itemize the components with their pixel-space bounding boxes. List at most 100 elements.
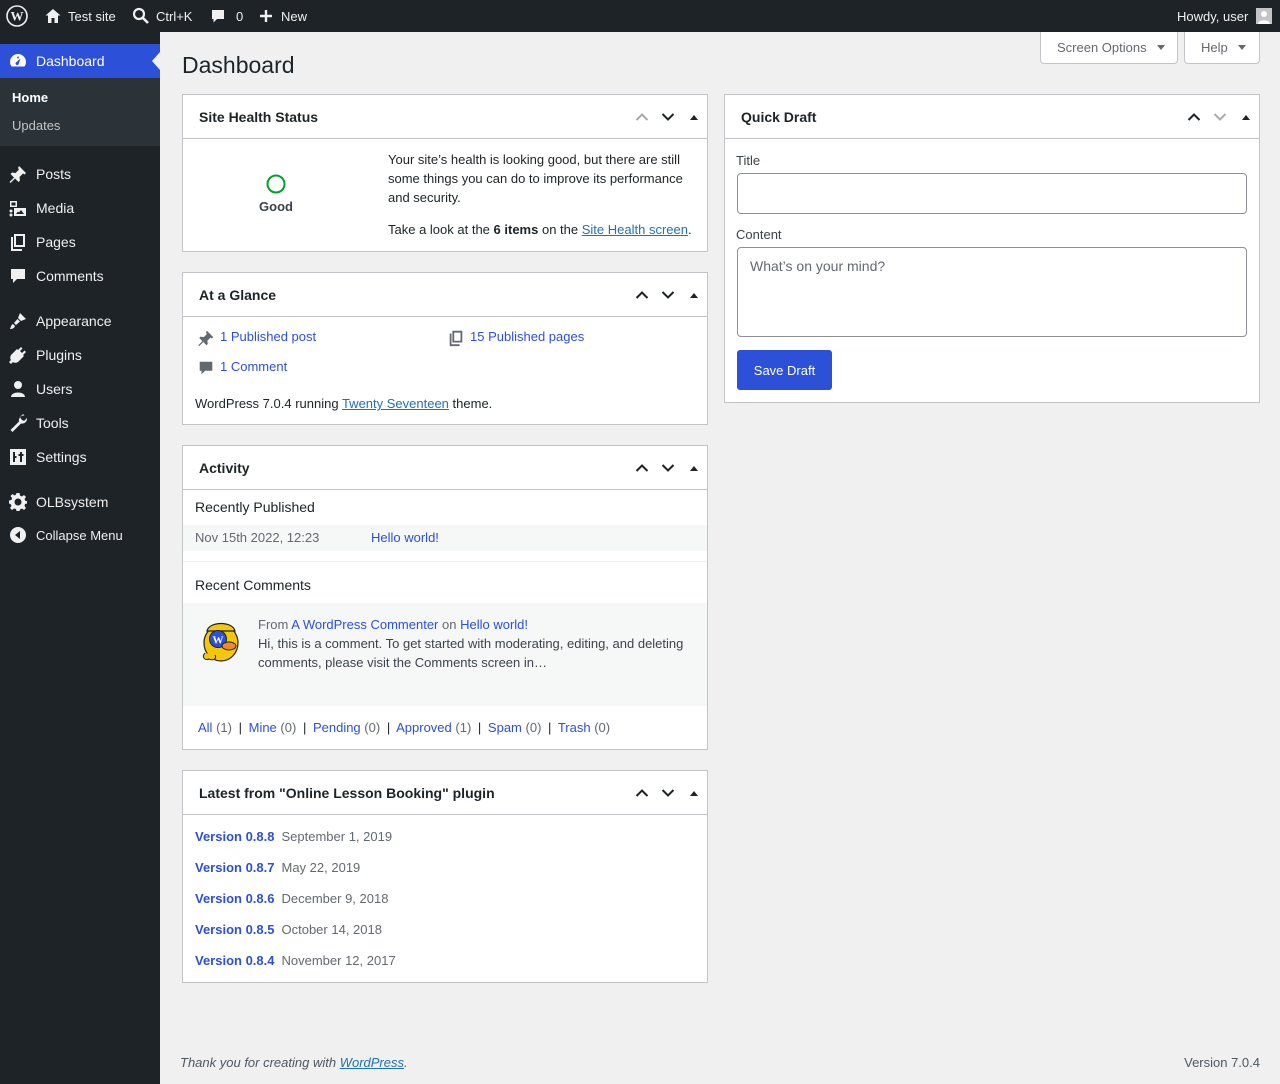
comment-author-link[interactable]: A WordPress Commenter: [291, 617, 438, 632]
version-link[interactable]: Version 0.8.6: [195, 891, 275, 906]
toggle-panel-button[interactable]: [681, 775, 707, 811]
sidebar-item-label: Settings: [36, 449, 87, 465]
widget-header: Activity: [183, 446, 707, 490]
help-button[interactable]: Help: [1184, 32, 1260, 64]
sidebar-item-media[interactable]: Media: [0, 191, 160, 225]
save-draft-button[interactable]: Save Draft: [737, 350, 832, 390]
filter-approved-link[interactable]: Approved: [396, 720, 452, 735]
filter-count: (0): [594, 720, 611, 735]
toggle-panel-button[interactable]: [1233, 99, 1259, 135]
move-down-button[interactable]: [655, 277, 681, 313]
sidebar-item-appearance[interactable]: Appearance: [0, 304, 160, 338]
dropdown-arrow-icon: [1156, 45, 1165, 50]
move-up-button[interactable]: [629, 277, 655, 313]
collapse-menu-button[interactable]: Collapse Menu: [0, 518, 160, 552]
content-label: Content: [736, 227, 782, 242]
comment-post-link[interactable]: Hello world!: [460, 617, 528, 632]
widget-header: At a Glance: [183, 273, 707, 317]
filter-count: (0): [525, 720, 542, 735]
version-date: November 12, 2017: [281, 953, 396, 968]
move-up-button[interactable]: [629, 775, 655, 811]
sidebar-item-label: Media: [36, 200, 75, 216]
sidebar-item-olbsystem[interactable]: OLBsystem: [0, 485, 160, 519]
filter-trash-link[interactable]: Trash: [558, 720, 591, 735]
new-content-menu[interactable]: New: [259, 0, 307, 32]
comments-count-link[interactable]: 1 Comment: [220, 359, 287, 374]
filter-mine-link[interactable]: Mine: [249, 720, 277, 735]
filter-separator: |: [238, 720, 242, 735]
published-pages-link[interactable]: 15 Published pages: [470, 329, 584, 344]
widget-title: Activity: [199, 459, 250, 476]
move-up-button[interactable]: [1181, 99, 1207, 135]
move-up-button[interactable]: [629, 99, 655, 135]
health-items-line: Take a look at the 6 items on the Site H…: [388, 220, 703, 239]
sidebar-item-dashboard[interactable]: Dashboard: [0, 44, 160, 78]
published-posts-link[interactable]: 1 Published post: [220, 329, 316, 344]
widget-header: Site Health Status: [183, 95, 707, 139]
sidebar-item-comments[interactable]: Comments: [0, 259, 160, 293]
filter-pending-link[interactable]: Pending: [313, 720, 361, 735]
comment-from-label: From: [258, 617, 289, 632]
move-down-button[interactable]: [655, 775, 681, 811]
draft-content-textarea[interactable]: What’s on your mind?: [737, 247, 1247, 337]
version-link[interactable]: Version 0.8.5: [195, 922, 275, 937]
screen-options-label: Screen Options: [1057, 40, 1147, 55]
sidebar-item-posts[interactable]: Posts: [0, 157, 160, 191]
move-down-button[interactable]: [1207, 99, 1233, 135]
move-up-button[interactable]: [629, 450, 655, 486]
gear-icon: [0, 492, 36, 512]
post-title-link[interactable]: Hello world!: [371, 530, 439, 545]
toggle-panel-button[interactable]: [681, 277, 707, 313]
sidebar-item-plugins[interactable]: Plugins: [0, 338, 160, 372]
search-icon: [132, 7, 150, 25]
filter-separator: |: [302, 720, 307, 735]
screen-options-button[interactable]: Screen Options: [1040, 32, 1178, 64]
wordpress-link[interactable]: WordPress: [340, 1055, 404, 1070]
version-link[interactable]: Version 0.8.8: [195, 829, 275, 844]
comment-meta: From A WordPress Commenter on Hello worl…: [258, 615, 528, 634]
sidebar-item-tools[interactable]: Tools: [0, 406, 160, 440]
toggle-panel-button[interactable]: [681, 99, 707, 135]
submenu-item-updates[interactable]: Updates: [12, 118, 60, 133]
dropdown-arrow-icon: [1237, 45, 1246, 50]
dashboard-submenu: Home Updates: [0, 78, 160, 146]
sidebar-item-label: Tools: [36, 415, 69, 431]
version-link[interactable]: Version 0.8.7: [195, 860, 275, 875]
quick-draft-widget: Quick Draft Title Content What’s on your…: [724, 94, 1260, 403]
sidebar-item-label: Appearance: [36, 313, 112, 329]
list-item: Version 0.8.6 December 9, 2018: [195, 889, 388, 908]
toggle-panel-button[interactable]: [681, 450, 707, 486]
running-prefix: WordPress 7.0.4 running: [195, 396, 339, 411]
filter-spam-link[interactable]: Spam: [488, 720, 522, 735]
page-title: Dashboard: [182, 52, 295, 78]
sidebar-item-users[interactable]: Users: [0, 372, 160, 406]
sidebar-item-settings[interactable]: Settings: [0, 440, 160, 474]
site-name-link[interactable]: Test site: [44, 0, 116, 32]
footer-version: Version 7.0.4: [1184, 1055, 1260, 1070]
sidebar-item-label: Plugins: [36, 347, 82, 363]
thanks-suffix: .: [404, 1055, 408, 1070]
sidebar-item-label: Comments: [36, 268, 104, 284]
comments-link[interactable]: 0: [210, 0, 243, 32]
user-account-menu[interactable]: Howdy, user: [1177, 0, 1273, 32]
list-item: Version 0.8.7 May 22, 2019: [195, 858, 360, 877]
list-item: Version 0.8.5 October 14, 2018: [195, 920, 382, 939]
filter-all-link[interactable]: All: [198, 720, 212, 735]
comment-bubble-icon: [197, 359, 215, 377]
move-down-button[interactable]: [655, 99, 681, 135]
move-down-button[interactable]: [655, 450, 681, 486]
avatar: [1256, 8, 1273, 24]
wordpress-logo-icon[interactable]: W: [6, 0, 28, 32]
version-link[interactable]: Version 0.8.4: [195, 953, 275, 968]
draft-title-input[interactable]: [737, 173, 1247, 214]
health-status-circle-icon: [265, 173, 287, 195]
sidebar-item-label: Pages: [36, 234, 76, 250]
sidebar-item-pages[interactable]: Pages: [0, 225, 160, 259]
command-palette-button[interactable]: Ctrl+K: [132, 0, 192, 32]
submenu-item-home[interactable]: Home: [12, 90, 48, 105]
theme-link[interactable]: Twenty Seventeen: [342, 396, 449, 411]
post-date: Nov 15th 2022, 12:23: [195, 530, 320, 545]
version-date: December 9, 2018: [281, 891, 389, 906]
admin-bar: W Test site Ctrl+K 0 New Howdy, user: [0, 0, 1280, 32]
site-health-link[interactable]: Site Health screen: [582, 222, 688, 237]
